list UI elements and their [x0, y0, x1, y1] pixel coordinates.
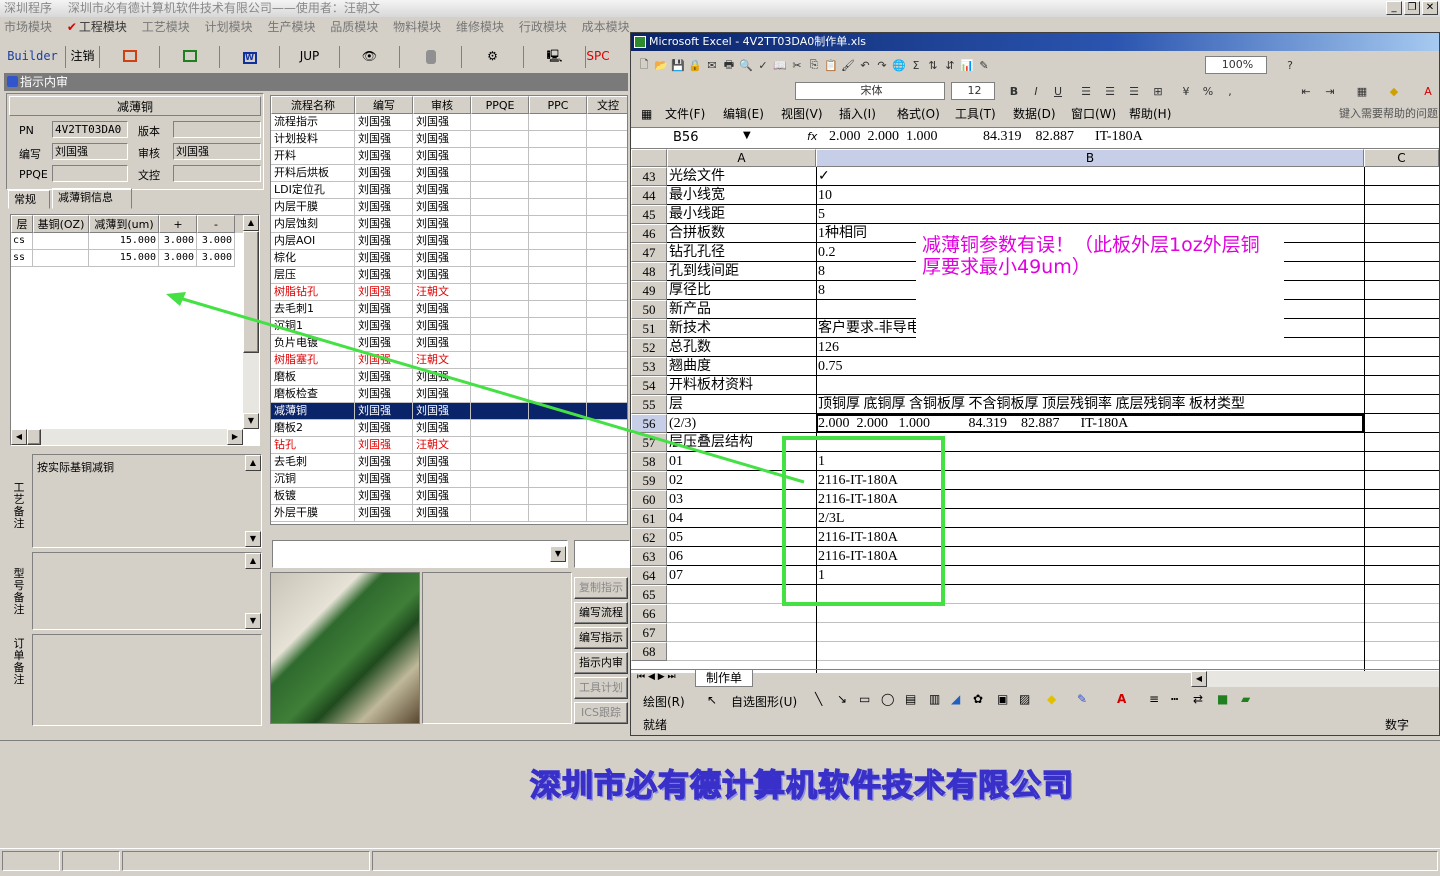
annotation-arrow: [166, 292, 805, 484]
arrow-line: [175, 295, 805, 484]
arrow-head-icon: [166, 292, 186, 306]
